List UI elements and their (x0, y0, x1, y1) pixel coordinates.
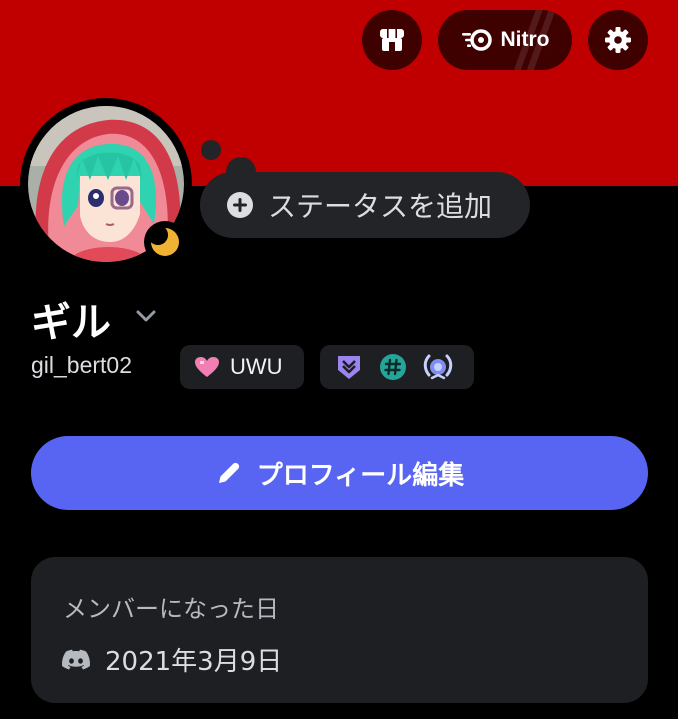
server-tag-label: UWU (230, 354, 283, 379)
display-name: ギル (31, 300, 111, 346)
name-dropdown-button[interactable] (134, 308, 158, 328)
member-since-title: メンバーになった日 (63, 595, 279, 623)
pencil-icon (218, 462, 239, 483)
add-status-button[interactable]: ステータスを追加 (200, 172, 530, 238)
member-since-row: 2021年3月9日 (61, 641, 282, 678)
server-tag[interactable]: UWU (180, 345, 304, 389)
gear-icon (605, 27, 631, 53)
status-thought-bubble-small (201, 140, 221, 160)
nitro-button[interactable]: Nitro (438, 10, 572, 70)
add-circle-icon (227, 192, 253, 218)
presence-indicator (144, 221, 186, 263)
username: gil_bert02 (31, 352, 133, 378)
shop-button[interactable] (362, 10, 422, 70)
shop-icon (380, 29, 404, 51)
discord-icon (62, 649, 90, 669)
member-since-date: 2021年3月9日 (105, 647, 283, 677)
pink-heart-icon (195, 357, 219, 377)
edit-profile-button[interactable]: プロフィール編集 (31, 436, 648, 510)
chevron-down-icon (136, 310, 156, 322)
member-since-card: メンバーになった日 2021年3月9日 (31, 557, 648, 703)
settings-button[interactable] (588, 10, 648, 70)
badge-list (320, 345, 474, 389)
add-status-label: ステータスを追加 (268, 190, 493, 223)
nitro-icon (461, 29, 492, 51)
nitro-label: Nitro (500, 28, 550, 51)
hashtag-badge-icon[interactable] (378, 352, 408, 382)
hypesquad-icon[interactable] (334, 352, 364, 382)
laurel-badge-icon[interactable] (422, 351, 454, 383)
edit-profile-label: プロフィール編集 (256, 460, 465, 491)
idle-moon-icon (148, 225, 179, 256)
